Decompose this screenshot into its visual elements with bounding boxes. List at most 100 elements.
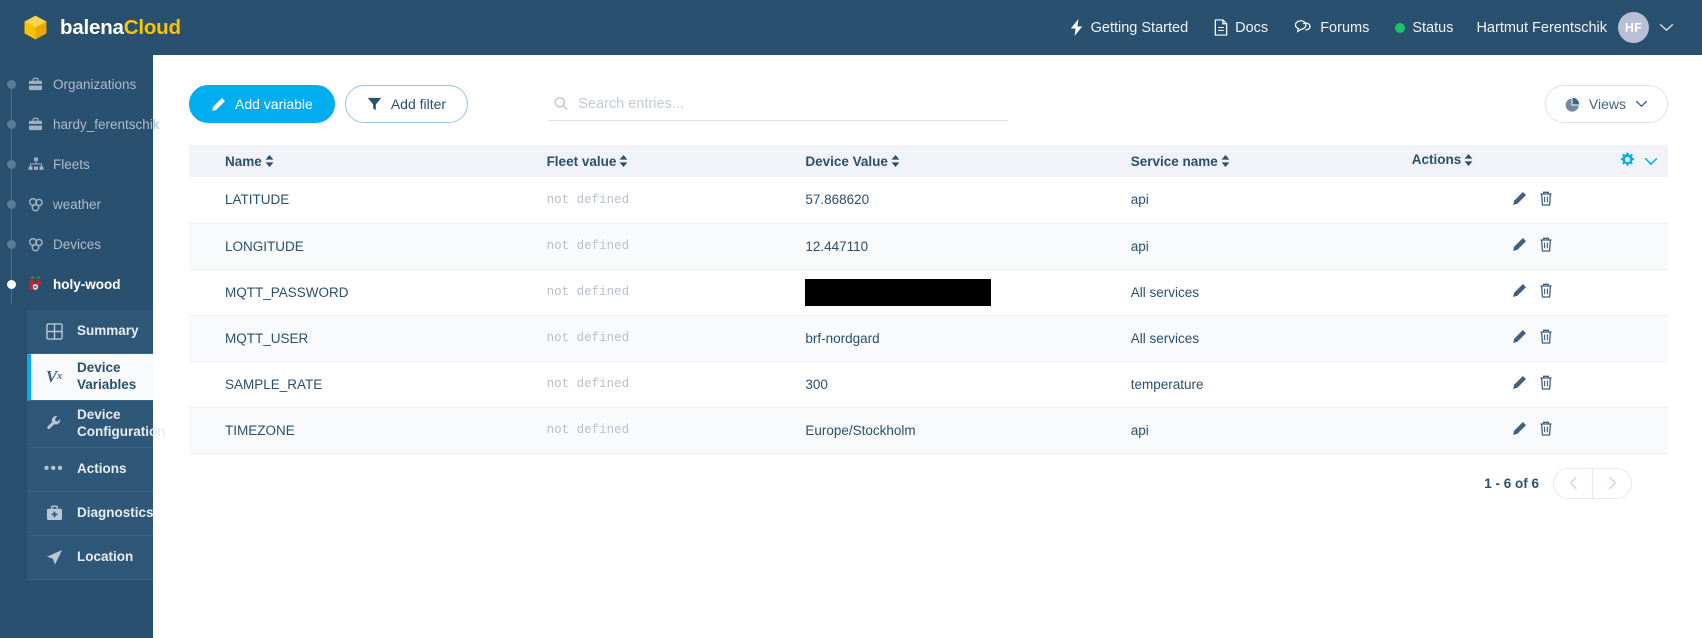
cell-service-name: All services bbox=[1120, 269, 1402, 316]
cube-icon bbox=[24, 15, 47, 40]
edit-row-button[interactable] bbox=[1512, 237, 1527, 252]
user-menu[interactable]: Hartmut Ferentschik HF bbox=[1466, 0, 1653, 55]
fleets-icon bbox=[27, 156, 44, 173]
column-header-service-name[interactable]: Service name bbox=[1120, 145, 1402, 177]
table-row[interactable]: TIMEZONE not defined Europe/Stockholm ap… bbox=[189, 407, 1668, 454]
paper-plane-icon bbox=[44, 549, 64, 566]
sidebar-item-organizations[interactable]: Organizations bbox=[0, 64, 153, 104]
device-variables-table: Name Fleet value Device Value Service na… bbox=[189, 145, 1668, 454]
sidebar-item-devices[interactable]: Devices bbox=[0, 224, 153, 264]
submenu-item-label: Summary bbox=[77, 323, 139, 339]
nav-status[interactable]: Status bbox=[1382, 0, 1466, 55]
submenu-item-label: Location bbox=[77, 548, 134, 564]
nav-getting-started[interactable]: Getting Started bbox=[1056, 0, 1202, 55]
delete-row-button[interactable] bbox=[1539, 237, 1553, 252]
add-variable-button[interactable]: Add variable bbox=[189, 85, 335, 123]
column-header-service-name-label: Service name bbox=[1130, 153, 1218, 169]
submenu-item-label: Diagnostics bbox=[77, 504, 154, 520]
brand-logo[interactable]: balenaCloud bbox=[22, 14, 181, 41]
pagination-next-button[interactable] bbox=[1593, 468, 1631, 498]
views-button[interactable]: Views bbox=[1544, 85, 1668, 123]
user-menu-toggle[interactable] bbox=[1653, 0, 1684, 55]
sort-arrows-icon bbox=[1464, 153, 1473, 166]
cell-name: SAMPLE_RATE bbox=[189, 361, 537, 408]
table-body: LATITUDE not defined 57.868620 api LONGI… bbox=[189, 177, 1668, 454]
add-filter-button[interactable]: Add filter bbox=[344, 85, 469, 123]
brand-text-balena: balena bbox=[60, 15, 124, 39]
pagination-prev-button[interactable] bbox=[1554, 468, 1592, 498]
sidebar-item-fleets[interactable]: Fleets bbox=[0, 144, 153, 184]
delete-row-button[interactable] bbox=[1539, 191, 1553, 206]
table-row[interactable]: MQTT_USER not defined brf-nordgard All s… bbox=[189, 315, 1668, 362]
table-head: Name Fleet value Device Value Service na… bbox=[189, 145, 1668, 177]
column-header-device-value[interactable]: Device Value bbox=[795, 145, 1121, 177]
edit-row-button[interactable] bbox=[1512, 283, 1527, 298]
pencil-icon bbox=[212, 97, 225, 111]
sidebar-item-label: hardy_ferentschik bbox=[53, 116, 160, 132]
submenu-item-actions[interactable]: ••• Actions bbox=[27, 447, 153, 492]
table-collapse-toggle[interactable] bbox=[1644, 154, 1658, 169]
sort-arrows-icon bbox=[265, 155, 274, 167]
nav-status-label: Status bbox=[1412, 19, 1454, 36]
cell-fleet-value: not defined bbox=[536, 269, 796, 316]
tree-node-dot-icon bbox=[7, 280, 16, 289]
tree-node-dot-icon bbox=[7, 160, 16, 169]
submenu-item-device-configuration[interactable]: Device Configuration bbox=[27, 400, 165, 448]
table-header-row: Name Fleet value Device Value Service na… bbox=[189, 145, 1668, 177]
tree-node-dot-icon bbox=[7, 240, 16, 249]
status-dot-icon bbox=[1395, 22, 1406, 33]
cell-name: TIMEZONE bbox=[189, 407, 537, 454]
table-row[interactable]: LATITUDE not defined 57.868620 api bbox=[189, 177, 1668, 224]
cell-fleet-value: not defined bbox=[536, 223, 796, 270]
briefcase-icon bbox=[27, 76, 44, 93]
delete-row-button[interactable] bbox=[1539, 421, 1553, 436]
delete-row-button[interactable] bbox=[1539, 375, 1553, 390]
medkit-icon bbox=[44, 505, 64, 521]
sidebar-item-label: holy-wood bbox=[53, 276, 121, 292]
edit-row-button[interactable] bbox=[1512, 375, 1527, 390]
submenu-item-diagnostics[interactable]: Diagnostics bbox=[27, 491, 154, 536]
devices-icon bbox=[27, 236, 44, 253]
cell-device-value bbox=[795, 269, 1121, 316]
search-bar[interactable] bbox=[548, 87, 1009, 121]
edit-row-button[interactable] bbox=[1512, 191, 1527, 206]
table-row[interactable]: SAMPLE_RATE not defined 300 temperature bbox=[189, 361, 1668, 408]
tree-node-dot-icon bbox=[7, 120, 16, 129]
chevron-down-icon bbox=[1635, 100, 1648, 108]
cell-device-value: brf-nordgard bbox=[795, 315, 1121, 362]
column-header-name[interactable]: Name bbox=[189, 145, 537, 177]
gear-icon[interactable] bbox=[1620, 152, 1635, 170]
chevron-down-icon bbox=[1659, 23, 1674, 32]
chevron-left-icon bbox=[1569, 476, 1577, 490]
sidebar-item-holy-wood[interactable]: holy-wood bbox=[0, 264, 153, 304]
nav-docs-label: Docs bbox=[1235, 19, 1269, 36]
top-bar: balenaCloud Getting Started Docs Forums … bbox=[0, 0, 1702, 55]
nav-docs[interactable]: Docs bbox=[1201, 0, 1281, 55]
brand-text: balenaCloud bbox=[60, 16, 181, 40]
table-row[interactable]: LONGITUDE not defined 12.447110 api bbox=[189, 223, 1668, 270]
cell-actions bbox=[1401, 223, 1668, 270]
variable-vx-icon: Vx bbox=[45, 367, 63, 387]
submenu-item-device-variables[interactable]: Vx Device Variables bbox=[27, 354, 153, 401]
device-submenu: Summary Vx Device Variables Device Confi… bbox=[27, 310, 165, 580]
cell-device-value: 57.868620 bbox=[795, 177, 1121, 224]
sidebar-item-hardy-ferentschik[interactable]: hardy_ferentschik bbox=[0, 104, 160, 144]
table-row[interactable]: MQTT_PASSWORD not defined All services bbox=[189, 269, 1668, 316]
edit-row-button[interactable] bbox=[1512, 421, 1527, 436]
submenu-item-location[interactable]: Location bbox=[27, 535, 153, 580]
edit-row-button[interactable] bbox=[1512, 329, 1527, 344]
nav-forums[interactable]: Forums bbox=[1281, 0, 1382, 55]
pie-chart-icon bbox=[1565, 97, 1580, 112]
delete-row-button[interactable] bbox=[1539, 283, 1553, 298]
column-header-fleet-value[interactable]: Fleet value bbox=[536, 145, 796, 177]
cell-service-name: All services bbox=[1120, 315, 1402, 362]
sidebar-item-weather[interactable]: weather bbox=[0, 184, 153, 224]
submenu-item-summary[interactable]: Summary bbox=[27, 310, 153, 354]
column-header-device-value-label: Device Value bbox=[805, 153, 888, 169]
pagination-range: 1 - 6 of 6 bbox=[1484, 475, 1539, 491]
cell-fleet-value: not defined bbox=[536, 361, 796, 408]
delete-row-button[interactable] bbox=[1539, 329, 1553, 344]
search-input[interactable] bbox=[578, 95, 1005, 112]
column-header-actions[interactable]: Actions bbox=[1401, 145, 1668, 177]
submenu-item-label: Device Configuration bbox=[77, 406, 166, 439]
